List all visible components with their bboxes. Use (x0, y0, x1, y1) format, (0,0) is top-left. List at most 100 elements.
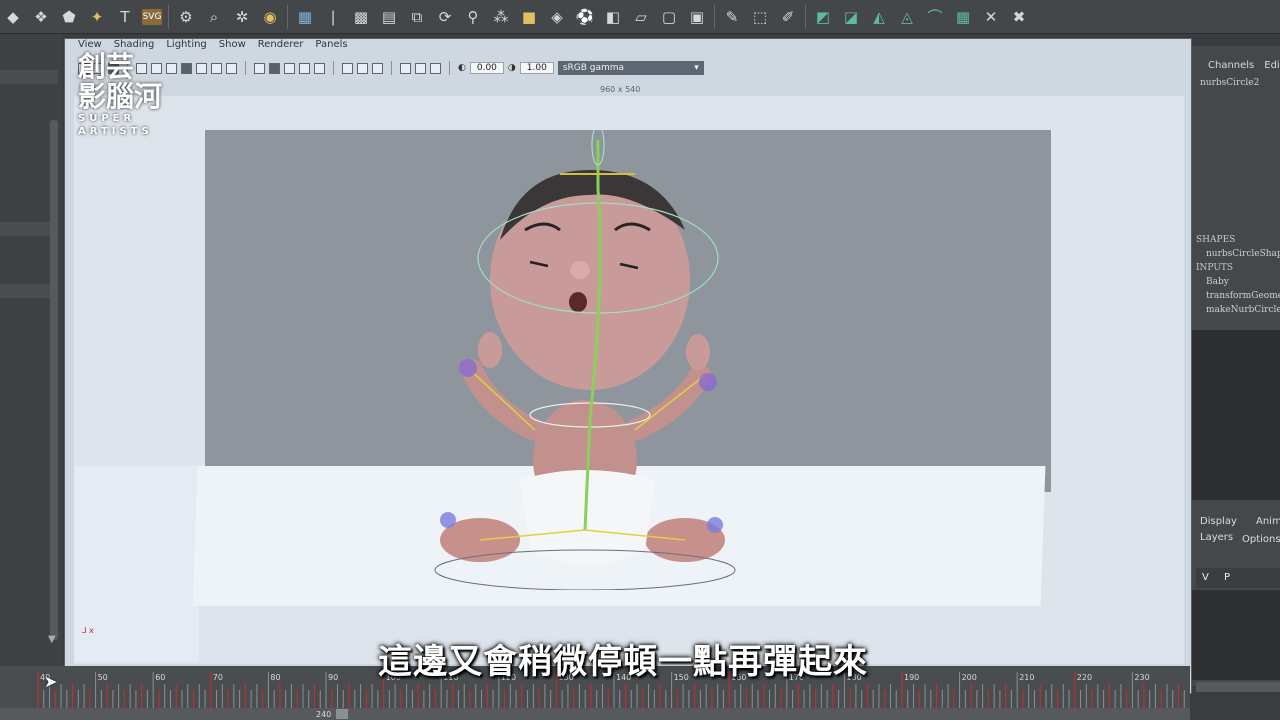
rotate-box-icon[interactable]: ⟳ (434, 6, 456, 28)
smooth-shade-icon[interactable] (269, 62, 280, 74)
soccer-icon[interactable]: ⚽ (574, 6, 596, 28)
bridge-icon[interactable]: ⌒ (924, 6, 946, 28)
logo-cjk-line2: 影腦河 (78, 80, 163, 113)
exposure-field[interactable]: 0.00 (469, 62, 504, 74)
plane-icon[interactable]: ▱ (630, 6, 652, 28)
input-node-make-nurb-circle[interactable]: makeNurbCircle (1206, 305, 1280, 315)
resolution-label: 960 x 540 (600, 85, 641, 94)
search-pivot-icon[interactable]: ⌕ (203, 6, 225, 28)
color-space-dropdown[interactable]: sRGB gamma ▾ (557, 61, 704, 75)
tick-label: 60 (155, 673, 165, 682)
isolate-select-icon[interactable] (400, 62, 411, 74)
xray-joints-icon[interactable] (430, 62, 441, 74)
cluster-icon[interactable]: ⁂ (490, 6, 512, 28)
deform-icon[interactable]: ◈ (546, 6, 568, 28)
puzzle-icon[interactable]: ▣ (686, 6, 708, 28)
transform-box-icon[interactable]: ⧉ (406, 6, 428, 28)
left-hand-controls[interactable] (459, 359, 477, 377)
joint-icon[interactable]: ⚙ (175, 6, 197, 28)
menu-lighting[interactable]: Lighting (166, 39, 206, 50)
menu-view[interactable]: View (78, 39, 102, 50)
layer-scrollbar[interactable] (1196, 682, 1280, 692)
brush-icon[interactable]: ✐ (777, 6, 799, 28)
svg-icon[interactable]: SVG (142, 8, 162, 25)
xray-icon[interactable] (415, 62, 426, 74)
shelf-separator (805, 4, 806, 29)
scroll-down-arrow-icon[interactable]: ▼ (48, 634, 56, 645)
viewport-menu-bar: View Shading Lighting Show Renderer Panels (78, 39, 348, 50)
layer-row[interactable]: V P (1196, 568, 1280, 588)
textured-icon[interactable] (299, 62, 310, 74)
video-subtitle: 這邊又會稍微停頓一點再彈起來 (378, 642, 868, 682)
right-foot-control[interactable] (707, 517, 723, 533)
text-icon[interactable]: T (114, 6, 136, 28)
gamma-field[interactable]: 1.00 (519, 62, 554, 74)
menu-shading[interactable]: Shading (114, 39, 155, 50)
menu-show[interactable]: Show (219, 39, 246, 50)
input-node-transform-geometry[interactable]: transformGeometry (1206, 291, 1280, 301)
tab-anim[interactable]: Anim (1256, 516, 1280, 527)
menu-layers[interactable]: Layers (1200, 532, 1233, 543)
mesh-d-icon[interactable]: ◬ (896, 6, 918, 28)
channel-box-tabs: Channels Edit (1208, 60, 1280, 71)
cross-icon[interactable]: ✕ (980, 6, 1002, 28)
shape-node-item[interactable]: nurbsCircleShape (1206, 249, 1280, 259)
field-chart-icon[interactable] (196, 62, 207, 74)
sphere-icon[interactable]: ◉ (259, 6, 281, 28)
inputs-header: INPUTS (1196, 263, 1234, 273)
cancel-icon[interactable]: ✖ (1008, 6, 1030, 28)
visibility-toggle[interactable]: V (1202, 572, 1209, 583)
mesh-a-icon[interactable]: ◩ (812, 6, 834, 28)
tab-edit[interactable]: Edit (1264, 60, 1280, 71)
lights-icon[interactable] (314, 62, 325, 74)
safe-title-icon[interactable] (226, 62, 237, 74)
nose (570, 261, 590, 279)
motion-blur-icon[interactable] (372, 62, 383, 74)
logo-latin-line1: SUPER (78, 113, 136, 124)
checker-icon[interactable]: ▦ (952, 6, 974, 28)
logo-latin-line2: ARTISTS (78, 126, 153, 137)
box-icon[interactable]: ▢ (658, 6, 680, 28)
flatten-icon[interactable]: ◧ (602, 6, 624, 28)
menu-panels[interactable]: Panels (315, 39, 347, 50)
ambient-occlusion-icon[interactable] (357, 62, 368, 74)
tab-display[interactable]: Display (1200, 516, 1237, 527)
mesh-b-icon[interactable]: ◪ (840, 6, 862, 28)
input-node-baby[interactable]: Baby (1206, 277, 1229, 287)
selected-node-name[interactable]: nurbsCircle2 (1200, 78, 1259, 88)
shelf-toolbar: ◆ ❖ ⬟ ✦ T SVG ⚙ ⌕ ✲ ◉ ▦ ❘ ▩ ▤ ⧉ ⟳ ⚲ ⁂ ■ ◈ ⚽ ◧ ▱ ▢ ▣ ✎ ⬚ ✐ ◩ ◪ ◭ ◬ ⌒ ▦ ✕ ✖ (0, 0, 1280, 34)
default-material-icon[interactable] (284, 62, 295, 74)
pen-icon[interactable]: ✎ (721, 6, 743, 28)
tick-label: 90 (328, 673, 338, 682)
polyhedron-icon[interactable]: ⬟ (58, 6, 80, 28)
safe-action-icon[interactable] (211, 62, 222, 74)
range-slider-handle[interactable] (336, 709, 348, 719)
gate-mask-icon[interactable] (181, 62, 192, 74)
left-ear (478, 332, 502, 368)
baby-character-rig[interactable] (430, 130, 750, 590)
menu-renderer[interactable]: Renderer (258, 39, 304, 50)
menu-options[interactable]: Options (1242, 534, 1280, 545)
left-scrollbar[interactable] (50, 120, 58, 640)
wireframe-icon[interactable] (254, 62, 265, 74)
right-hand-controls[interactable] (699, 373, 717, 391)
sparkle-icon[interactable]: ✦ (86, 6, 108, 28)
select-box-icon[interactable]: ⬚ (749, 6, 771, 28)
range-slider[interactable] (0, 708, 1190, 720)
lattice-icon[interactable]: ▩ (350, 6, 372, 28)
playback-toggle[interactable]: P (1224, 572, 1230, 583)
shelf-separator (287, 4, 288, 29)
cube-grid-icon[interactable]: ▤ (378, 6, 400, 28)
grid-icon[interactable]: ▦ (294, 6, 316, 28)
tick-label: 210 (1019, 673, 1034, 682)
mesh-c-icon[interactable]: ◭ (868, 6, 890, 28)
cube-icon[interactable]: ■ (518, 6, 540, 28)
pin-icon[interactable]: ⚲ (462, 6, 484, 28)
bend-icon[interactable]: ❘ (322, 6, 344, 28)
shapes-icon[interactable]: ❖ (30, 6, 52, 28)
diamond-icon[interactable]: ◆ (2, 6, 24, 28)
locator-icon[interactable]: ✲ (231, 6, 253, 28)
shadows-icon[interactable] (342, 62, 353, 74)
left-foot-control[interactable] (440, 512, 456, 528)
tab-channels[interactable]: Channels (1208, 60, 1254, 71)
